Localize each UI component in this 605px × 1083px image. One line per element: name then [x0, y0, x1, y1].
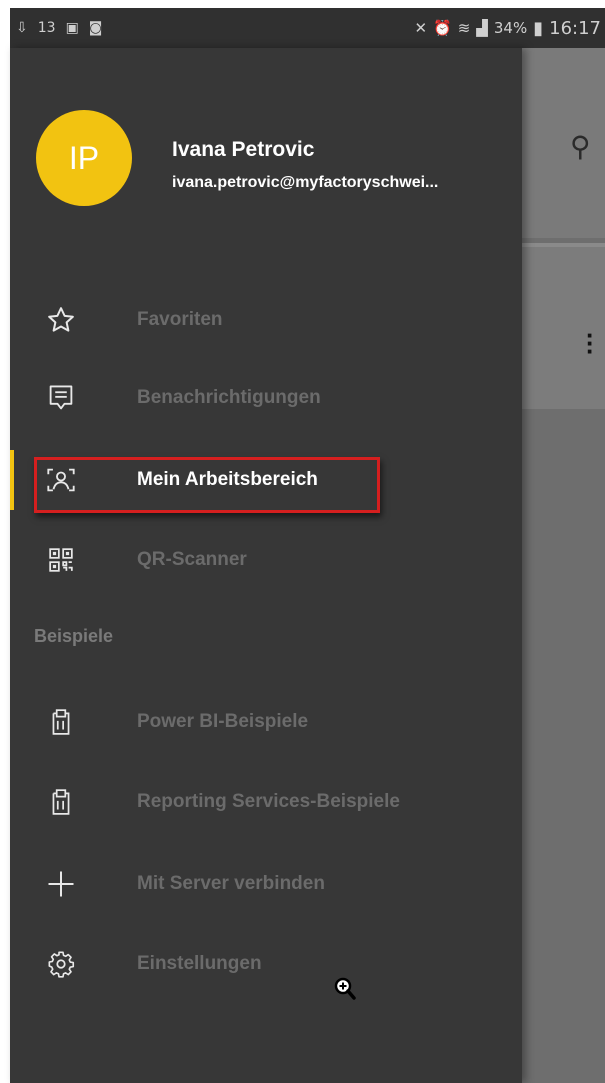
nav-label: QR-Scanner — [137, 549, 247, 570]
avatar-initials: IP — [68, 139, 100, 176]
nav-label: Einstellungen — [137, 953, 262, 974]
nav-item-qr-scanner[interactable]: QR-Scanner — [10, 530, 522, 590]
avatar[interactable]: IP — [36, 110, 132, 206]
plus-icon — [44, 867, 78, 901]
active-indicator — [10, 450, 14, 510]
section-label-beispiele: Beispiele — [34, 626, 114, 646]
zoom-cursor-icon — [333, 976, 357, 1004]
qr-code-icon — [44, 543, 78, 577]
screen: ⇩ 13 ▣ ◙ ✕ ⏰ ≋ ▟ 34% ▮ 16:17 ⚲ · · · IP Iv… — [0, 0, 605, 1083]
wifi-icon: ≋ — [457, 19, 471, 37]
nav-label: Mit Server verbinden — [137, 873, 325, 894]
battery-percent: 34% — [493, 19, 528, 37]
user-email: ivana.petrovic@myfactoryschwei... — [172, 174, 439, 191]
navigation-drawer: IP Ivana Petrovic ivana.petrovic@myfacto… — [10, 48, 522, 1083]
nav-label: Favoriten — [137, 309, 223, 330]
image-icon: ▣ — [65, 20, 79, 36]
more-options-icon[interactable]: · · · — [586, 322, 595, 364]
search-icon[interactable]: ⚲ — [570, 130, 591, 163]
screenshot-icon: ◙ — [88, 20, 103, 36]
notifications-icon — [44, 381, 78, 415]
nav-label: Reporting Services-Beispiele — [137, 791, 400, 812]
star-icon — [44, 303, 78, 337]
clock: 16:17 — [549, 17, 601, 39]
nav-label: Power BI-Beispiele — [137, 711, 309, 732]
nav-item-benachrichtigungen[interactable]: Benachrichtigungen — [10, 368, 522, 428]
battery-icon: ▮ — [533, 17, 544, 39]
notification-icon: 13 — [37, 20, 56, 36]
nav-item-einstellungen[interactable]: Einstellungen — [10, 934, 522, 994]
alarm-icon: ⏰ — [433, 19, 452, 37]
highlight-box — [34, 457, 380, 513]
gear-icon — [44, 947, 78, 981]
usb-icon: ⇩ — [16, 20, 28, 36]
clipboard-icon — [44, 705, 78, 739]
mute-icon: ✕ — [414, 19, 428, 37]
nav-item-reporting-services-beispiele[interactable]: Reporting Services-Beispiele — [10, 772, 522, 832]
nav-item-power-bi-beispiele[interactable]: Power BI-Beispiele — [10, 692, 522, 752]
user-name: Ivana Petrovic — [172, 138, 315, 161]
signal-icon: ▟ — [476, 19, 488, 37]
status-bar: ⇩ 13 ▣ ◙ ✕ ⏰ ≋ ▟ 34% ▮ 16:17 — [10, 8, 605, 48]
nav-item-favoriten[interactable]: Favoriten — [10, 290, 522, 350]
clipboard-icon — [44, 785, 78, 819]
app-bar — [522, 48, 605, 238]
nav-item-mit-server-verbinden[interactable]: Mit Server verbinden — [10, 854, 522, 914]
nav-label: Benachrichtigungen — [137, 387, 321, 408]
